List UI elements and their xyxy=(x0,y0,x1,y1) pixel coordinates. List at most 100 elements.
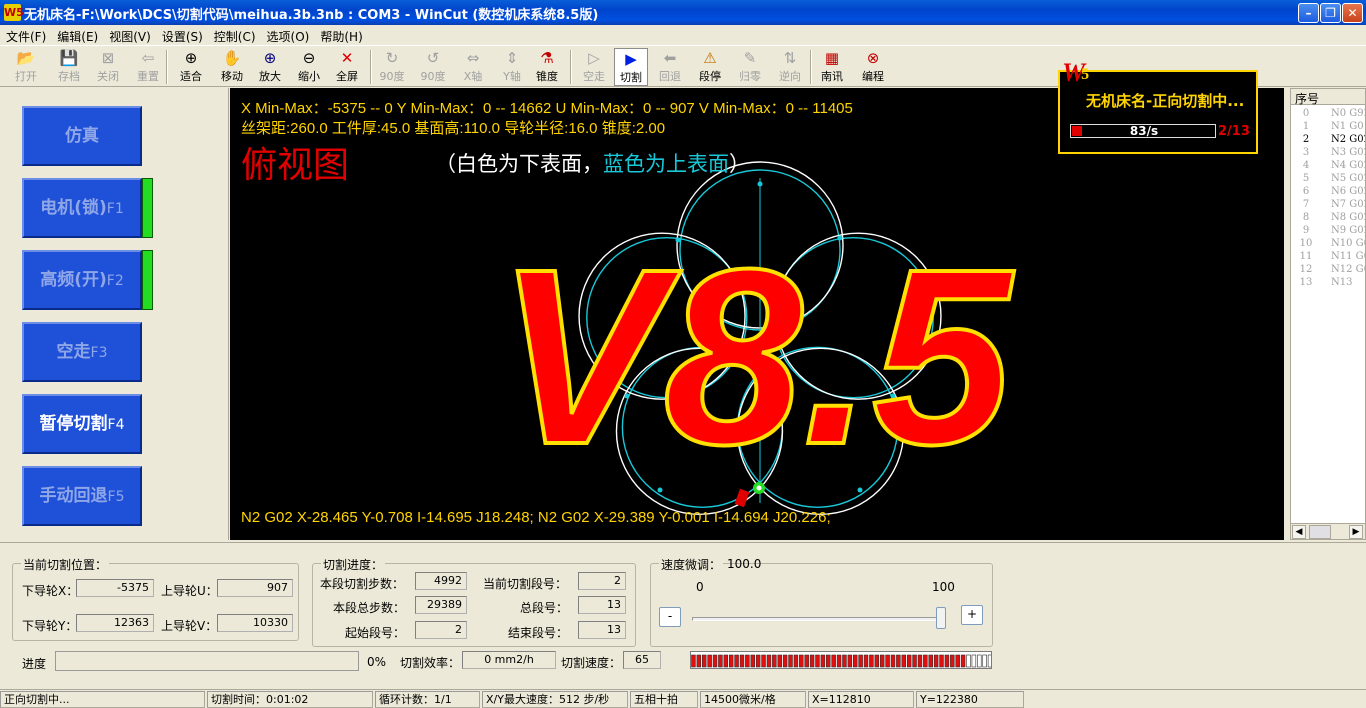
list-item[interactable]: 13 N13 xyxy=(1291,277,1365,290)
led-segment xyxy=(939,654,944,668)
title-bar[interactable]: W5 无机床名-F:\Work\DCS\切割代码\meihua.3b.3nb :… xyxy=(0,0,1366,25)
menu-file[interactable]: 文件(F) xyxy=(0,25,51,45)
list-item-code: N9 G02 xyxy=(1331,225,1365,236)
save-button[interactable]: 💾 存档 xyxy=(51,48,87,86)
list-item[interactable]: 6 N6 G02 xyxy=(1291,186,1365,199)
dry-run-button[interactable]: ▷ 空走 xyxy=(576,48,612,86)
speed-slider-thumb[interactable] xyxy=(936,607,946,629)
menu-settings[interactable]: 设置(S) xyxy=(156,25,208,45)
reset-button[interactable]: ⇦ 重置 xyxy=(129,48,167,86)
scroll-thumb[interactable] xyxy=(1309,525,1331,539)
led-segment xyxy=(815,654,820,668)
zoom-out-icon: ⊖ xyxy=(302,49,316,67)
led-segment xyxy=(707,654,712,668)
zoom-in-button[interactable]: ⊕ 放大 xyxy=(252,48,288,86)
upper-v-label: 上导轮V： xyxy=(161,619,218,633)
control-panel: 仿真电机(锁)F1 高频(开)F2 空走F3 暂停切割F4 手动回退F5 xyxy=(0,88,229,540)
menu-help[interactable]: 帮助(H) xyxy=(314,25,367,45)
mirror-x-button[interactable]: ⇔ X轴 xyxy=(455,48,491,86)
cut-button[interactable]: ▶ 切割 xyxy=(614,48,648,86)
toolbar-separator xyxy=(570,50,572,84)
list-item[interactable]: 7 N7 G02 xyxy=(1291,199,1365,212)
minimize-icon[interactable]: – xyxy=(1298,3,1319,23)
menu-view[interactable]: 视图(V) xyxy=(103,25,156,45)
close-button[interactable]: ⊠ 关闭 xyxy=(90,48,126,86)
fullscreen-label: 全屏 xyxy=(336,70,358,83)
list-item[interactable]: 9 N9 G02 xyxy=(1291,225,1365,238)
led-segment xyxy=(901,654,907,668)
nanxun-button[interactable]: ▦ 南讯 xyxy=(814,48,850,86)
menu-control[interactable]: 控制(C) xyxy=(208,25,261,45)
reverse-button[interactable]: ⇅ 逆向 xyxy=(772,48,808,86)
taper-button[interactable]: ⚗ 锥度 xyxy=(530,48,564,86)
restore-icon[interactable]: ❐ xyxy=(1320,3,1341,23)
move-button[interactable]: ✋ 移动 xyxy=(213,48,251,86)
segment-stop-button[interactable]: ⚠ 段停 xyxy=(692,48,728,86)
list-item-number: 7 xyxy=(1302,199,1310,210)
open-button[interactable]: 📂 打开 xyxy=(4,48,48,86)
zoom-out-button[interactable]: ⊖ 缩小 xyxy=(291,48,327,86)
toolbar-separator xyxy=(166,50,168,84)
program-button[interactable]: ⊗ 编程 xyxy=(855,48,891,86)
status-phase: 五相十拍 xyxy=(630,691,698,708)
motor-lock-button[interactable]: 电机(锁)F1 xyxy=(22,178,142,238)
list-item[interactable]: 11 N11 G0 xyxy=(1291,251,1365,264)
rotate-cw-button[interactable]: ↻ 90度 xyxy=(373,48,411,86)
overall-progress-bar xyxy=(55,651,359,671)
simulate-button[interactable]: 仿真 xyxy=(22,106,142,166)
close-icon[interactable]: ✕ xyxy=(1342,3,1363,23)
list-item[interactable]: 5 N5 G02 xyxy=(1291,173,1365,186)
legend-blue: 蓝色为上表面 xyxy=(603,152,729,176)
manual-back-button[interactable]: 手动回退F5 xyxy=(22,466,142,526)
list-item[interactable]: 4 N4 G02 xyxy=(1291,160,1365,173)
cutting-status-popup: W5 无机床名-正向切割中... 83/s 2/13 xyxy=(1058,58,1258,154)
warning-icon: ⚠ xyxy=(703,49,717,67)
popup-progress-bar: 83/s xyxy=(1070,124,1216,138)
cut-label: 切割 xyxy=(620,71,642,84)
speed-decrease-button[interactable]: - xyxy=(659,607,681,627)
list-item[interactable]: 8 N8 G02 xyxy=(1291,212,1365,225)
mirror-y-button[interactable]: ⇕ Y轴 xyxy=(494,48,530,86)
high-freq-button[interactable]: 高频(开)F2 xyxy=(22,250,142,310)
segment-total-value: 29389 xyxy=(415,596,467,614)
back-button[interactable]: ⬅ 回退 xyxy=(652,48,688,86)
led-segment xyxy=(950,654,955,668)
horizontal-scrollbar[interactable]: ◀ ▶ xyxy=(1291,523,1365,539)
pause-cut-button[interactable]: 暂停切割F4 xyxy=(22,394,142,454)
list-item-number: 9 xyxy=(1302,225,1310,236)
fit-button[interactable]: ⊕ 适合 xyxy=(172,48,210,86)
speed-slider-track[interactable] xyxy=(692,617,942,621)
status-state: 正向切割中... xyxy=(0,691,205,708)
list-item[interactable]: 3 N3 G02 xyxy=(1291,147,1365,160)
led-segment xyxy=(971,654,977,668)
current-segment-label: 当前切割段号： xyxy=(483,577,568,591)
folder-icon: 📂 xyxy=(16,49,36,67)
menu-edit[interactable]: 编辑(E) xyxy=(51,25,103,45)
list-item-number: 13 xyxy=(1299,277,1313,288)
led-segment xyxy=(987,654,991,668)
popup-rate: 83/s xyxy=(1129,124,1159,138)
led-segment xyxy=(836,654,842,668)
fullscreen-button[interactable]: ✕ 全屏 xyxy=(330,48,364,86)
list-item[interactable]: 0 N0 G92 xyxy=(1291,108,1365,121)
list-item-number: 11 xyxy=(1299,251,1313,262)
scroll-left-icon[interactable]: ◀ xyxy=(1292,525,1306,539)
legend-white: （白色为下表面， xyxy=(435,152,603,176)
home-button[interactable]: ✎ 归零 xyxy=(732,48,768,86)
list-item[interactable]: 2 N2 G02 xyxy=(1291,134,1365,147)
list-item[interactable]: 12 N12 G0 xyxy=(1291,264,1365,277)
program-list[interactable]: 序号 0 N0 G92 1 N1 G01 2 N2 G02 3 N3 G02 4 N4 G02 5 N… xyxy=(1290,88,1366,540)
rotate-ccw-button[interactable]: ↺ 90度 xyxy=(414,48,452,86)
pencil-icon: ✎ xyxy=(743,49,757,67)
list-item-number: 5 xyxy=(1302,173,1310,184)
speed-min-label: 0 xyxy=(696,580,704,594)
scroll-right-icon[interactable]: ▶ xyxy=(1349,525,1363,539)
program-list-header[interactable]: 序号 xyxy=(1291,89,1365,106)
segment-total-label: 本段总步数： xyxy=(333,601,406,615)
list-item[interactable]: 1 N1 G01 xyxy=(1291,121,1365,134)
list-item[interactable]: 10 N10 G0 xyxy=(1291,238,1365,251)
speed-increase-button[interactable]: + xyxy=(961,605,983,625)
plot-canvas[interactable]: V8.5 X Min-Max：-5375 -- 0 Y Min-Max：0 --… xyxy=(230,88,1284,540)
dry-run-button[interactable]: 空走F3 xyxy=(22,322,142,382)
menu-options[interactable]: 选项(O) xyxy=(261,25,315,45)
